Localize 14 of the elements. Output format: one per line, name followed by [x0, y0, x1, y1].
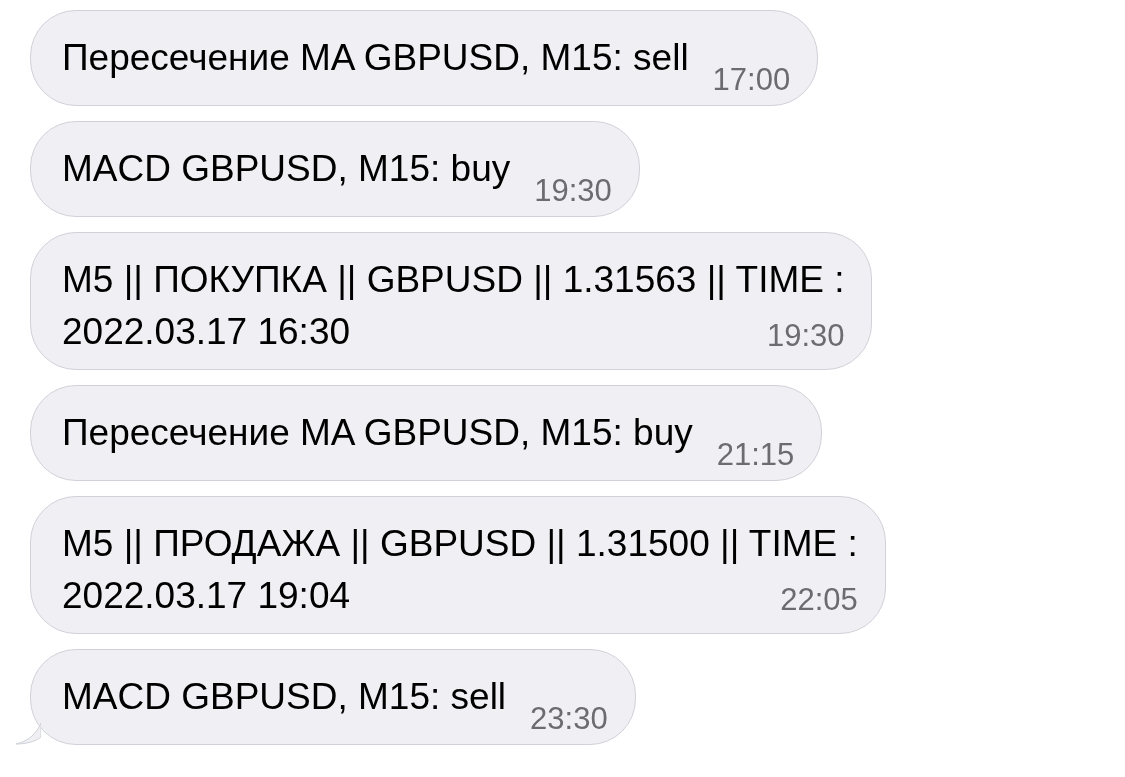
message-time: 22:05 [780, 582, 858, 618]
message-text: MACD GBPUSD, M15: sell [62, 675, 507, 719]
message-text: MACD GBPUSD, M15: buy [62, 147, 511, 191]
message-time: 19:30 [534, 173, 612, 209]
message-time: 21:15 [716, 437, 795, 473]
message-time: 19:30 [766, 318, 845, 354]
message-time: 23:30 [530, 701, 608, 737]
message-text: Пересечение MA GBPUSD, M15: buy [62, 411, 693, 455]
message-text: 2022.03.17 19:04 [62, 574, 351, 618]
message-text: Пересечение MA GBPUSD, M15: sell [62, 36, 689, 80]
message-text: 2022.03.17 16:30 [62, 310, 351, 354]
message-time: 17:00 [712, 62, 791, 98]
message-text: M5 || ПРОДАЖА || GBPUSD || 1.31500 || TIME : [62, 522, 858, 566]
message-text: M5 || ПОКУПКА || GBPUSD || 1.31563 || TIME : [62, 258, 845, 302]
